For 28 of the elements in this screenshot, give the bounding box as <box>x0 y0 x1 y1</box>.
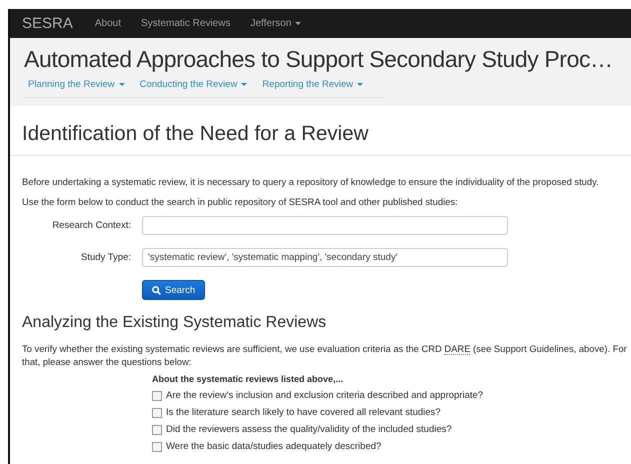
page-title: Automated Approaches to Support Secondary Study Proc… <box>24 46 614 73</box>
paragraph: Before undertaking a systematic review, it is necessary to query a repository of knowledge to ensure the individuality of the proposed study. <box>22 176 600 188</box>
menu-tab[interactable]: Conducting the Review <box>136 79 258 97</box>
section-heading: Identification of the Need for a Review <box>22 122 370 146</box>
menu-tab[interactable]: Reporting the Review <box>258 79 374 97</box>
field-label: Study Type: <box>80 252 132 263</box>
checkbox[interactable] <box>152 390 162 400</box>
menu-tab[interactable]: Planning the Review <box>24 79 136 97</box>
checkbox-label: Were the basic data/studies adequately described? <box>166 441 382 452</box>
nav-link[interactable]: About <box>94 18 121 29</box>
checkbox[interactable] <box>152 424 162 434</box>
input-field[interactable] <box>142 216 508 235</box>
checkbox-label: Are the review's inclusion and exclusion criteria described and appropriate? <box>166 390 484 401</box>
checkbox-label: Is the literature search likely to have covered all relevant studies? <box>166 407 441 418</box>
checkbox[interactable] <box>152 442 162 452</box>
search-icon <box>152 286 161 294</box>
search-button[interactable]: Search <box>142 280 206 300</box>
checkbox[interactable] <box>152 408 162 418</box>
nav-link[interactable]: Systematic Reviews <box>141 18 230 29</box>
checkbox-label: Did the reviewers assess the quality/validity of the included studies? <box>166 424 452 435</box>
question-heading: About the systematic reviews listed above,... <box>152 374 344 384</box>
paragraph: Use the form below to conduct the search in public repository of SESRA tool and other published studies: <box>22 196 459 208</box>
input-field[interactable]: 'systematic review', 'systematic mapping', 'secondary study' <box>142 248 508 267</box>
nav-link[interactable]: Jefferson <box>250 18 302 29</box>
field-label: Research Context: <box>51 220 132 231</box>
brand-link[interactable]: SESRA <box>22 15 73 32</box>
paragraph: To verify whether the existing systematic reviews are sufficient, we use evaluation criteria as the CRD DARE (see Support Guidelines, above). For that, please answer the questions below: <box>22 342 627 368</box>
section-heading: Analyzing the Existing Systematic Reviews <box>22 314 328 332</box>
